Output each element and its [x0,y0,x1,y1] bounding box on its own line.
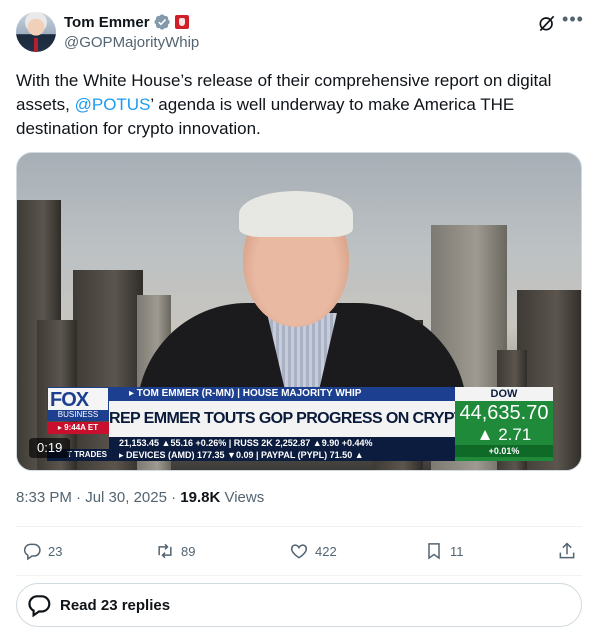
reply-icon [23,543,41,561]
logo-subtext: BUSINESS [48,410,108,420]
logo-text: FOX [50,389,89,411]
like-button[interactable]: 422 [289,540,337,562]
ticker-line-2: ▸ DEVICES (AMD) 177.35 ▼0.09 | PAYPAL (P… [119,450,364,460]
repost-button[interactable]: 89 [155,540,195,562]
meta-separator: · [166,489,181,506]
index-value: 44,635.70 [459,402,549,424]
reply-button[interactable]: 23 [22,540,62,562]
meta-separator: · [71,489,86,506]
broadcast-time: ▸ 9:44A ET [47,422,109,434]
news-lower-third: FOX BUSINESS ▸ 9:44A ET ▸ TOM EMMER (R-M… [17,385,581,470]
repost-icon [158,543,172,559]
read-replies-button[interactable]: Read 23 replies [16,583,582,627]
heart-icon [290,544,308,559]
video-duration-badge: 0:19 [29,438,71,458]
headline-banner: REP EMMER TOUTS GOP PROGRESS ON CRYPTOCU… [109,401,455,437]
stock-ticker: 21,153.45 ▲55.16 +0.26% | RUSS 2K 2,252.… [109,437,455,461]
views-count: 19.8K [180,489,221,506]
divider [16,526,582,527]
bookmark-button[interactable]: 11 [424,540,464,562]
video-player[interactable]: FOX BUSINESS ▸ 9:44A ET ▸ TOM EMMER (R-M… [16,152,582,471]
bookmark-icon [428,543,440,560]
author-avatar[interactable] [16,12,56,52]
tweet-text: With the White House’s release of their … [16,69,582,141]
grok-icon[interactable] [537,13,557,33]
tweet-meta: 8:33 PM · Jul 30, 2025 · 19.8K Views [16,489,264,506]
more-options-icon[interactable]: ••• [562,10,584,32]
author-handle[interactable]: @GOPMajorityWhip [64,34,199,51]
read-replies-label: Read 23 replies [60,596,171,614]
verified-badge-icon [154,14,170,30]
ticker-line-1: 21,153.45 ▲55.16 +0.26% | RUSS 2K 2,252.… [119,438,373,448]
reply-bubble-icon [28,595,51,618]
guest-strip: ▸ TOM EMMER (R-MN) | HOUSE MAJORITY WHIP [109,387,455,401]
index-box: DOW 44,635.70 ▲ 2.71 +0.01% [455,387,553,461]
index-change: ▲ 2.71 [476,425,532,444]
index-label: DOW [455,387,553,401]
mention-link[interactable]: @POTUS [75,95,151,114]
fox-business-logo: FOX BUSINESS [47,387,109,421]
author-name[interactable]: Tom Emmer [64,14,150,31]
reply-count: 23 [48,543,63,559]
bookmark-count: 11 [450,543,464,559]
affiliation-badge-icon[interactable] [174,15,189,29]
index-percent: +0.01% [455,445,553,457]
share-button[interactable] [557,540,583,562]
tweet-date[interactable]: Jul 30, 2025 [85,489,167,506]
repost-count: 89 [181,543,196,559]
share-icon [559,542,575,559]
tweet-time[interactable]: 8:33 PM [16,489,72,506]
divider [16,575,582,576]
author-name-row: Tom Emmer [64,13,189,31]
like-count: 422 [315,543,337,559]
views-label: Views [220,489,265,506]
